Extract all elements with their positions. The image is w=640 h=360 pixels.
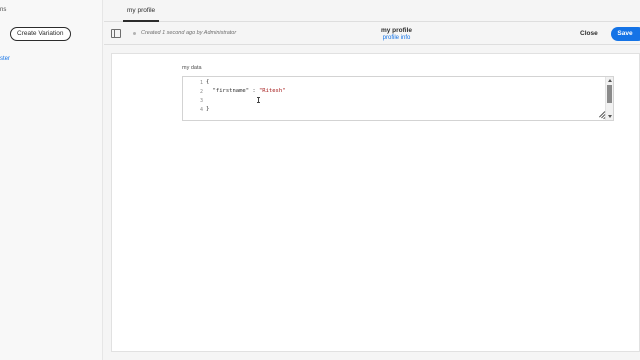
line-number: 4 bbox=[199, 107, 203, 113]
scroll-up-icon[interactable] bbox=[608, 79, 612, 82]
create-variation-button[interactable]: Create Variation bbox=[10, 27, 71, 41]
scroll-down-icon[interactable] bbox=[608, 115, 612, 118]
panel-toggle-icon[interactable] bbox=[111, 29, 121, 38]
status-dot-icon bbox=[133, 32, 136, 35]
text-cursor-icon bbox=[257, 97, 260, 103]
content-area: my data 1 2 3 4 { "firstname" : "Ritesh"… bbox=[111, 53, 640, 352]
line-number: 1 bbox=[199, 80, 203, 86]
json-code-editor[interactable]: 1 2 3 4 { "firstname" : "Ritesh" } bbox=[182, 76, 614, 121]
json-value: "Ritesh" bbox=[258, 88, 286, 94]
editor-toolbar: Created 1 second ago by Administrator my… bbox=[104, 23, 640, 45]
variation-master-link[interactable]: ster bbox=[0, 56, 10, 62]
left-panel-title: ns bbox=[0, 7, 7, 13]
status-text: Created 1 second ago by Administrator bbox=[141, 30, 237, 36]
code-line[interactable]: } bbox=[206, 106, 209, 112]
close-button[interactable]: Close bbox=[580, 28, 598, 40]
code-line[interactable]: { bbox=[206, 79, 209, 85]
line-number: 2 bbox=[199, 89, 203, 95]
resize-handle-icon[interactable] bbox=[597, 111, 606, 120]
fragment-model-link[interactable]: profile info bbox=[369, 35, 424, 41]
save-button[interactable]: Save bbox=[611, 27, 640, 41]
line-number: 3 bbox=[199, 98, 203, 104]
tab-my-profile[interactable]: my profile bbox=[123, 0, 160, 22]
tab-bar: my profile bbox=[104, 0, 640, 22]
scroll-thumb[interactable] bbox=[607, 85, 612, 103]
editor-scrollbar[interactable] bbox=[605, 77, 613, 120]
left-panel: ns Create Variation ster bbox=[0, 0, 103, 360]
fragment-title: my profile bbox=[380, 27, 413, 34]
field-label-my-data: my data bbox=[182, 65, 202, 71]
code-line[interactable]: "firstname" : "Ritesh" bbox=[206, 88, 286, 94]
json-key: "firstname" : bbox=[206, 88, 259, 94]
line-number-gutter: 1 2 3 4 bbox=[183, 77, 205, 120]
